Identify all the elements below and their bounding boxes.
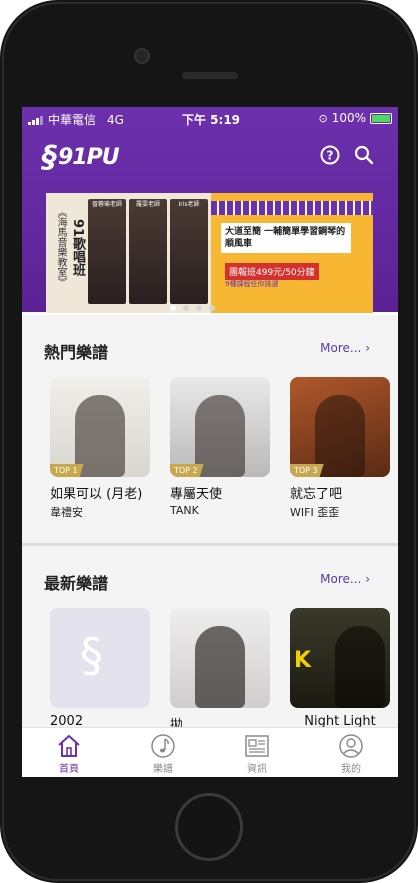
banner-vertical-title: 《海馬音樂教室》 — [55, 207, 66, 287]
banner-right-panel: 大道至簡 一輔簡單學習鋼琴的順風車 團報班499元/50分鐘 9種課程任你挑選 — [211, 193, 373, 313]
artist-name: 韋禮安 — [50, 506, 83, 519]
bottom-tab-bar: 首頁 樂譜 資訊 我的 — [22, 727, 398, 777]
chevron-right-icon: › — [365, 341, 370, 355]
teacher-name: 羅雯老師 — [135, 201, 160, 208]
help-icon[interactable]: ? — [320, 145, 340, 165]
rank-badge: TOP 1 — [50, 464, 84, 477]
rotation-lock-icon: ⊙ — [318, 111, 328, 125]
score-title: 專屬天使 — [170, 487, 223, 502]
home-button[interactable] — [175, 793, 243, 861]
banner-left-panel: 《海馬音樂教室》 91歌唱班 晉蓉瑜老師 羅雯老師 Iris老師 — [46, 193, 211, 313]
artist-name: WIFI 歪歪 — [290, 506, 340, 519]
artist-photo: TOP 2 — [170, 377, 270, 477]
rank-badge: TOP 3 — [290, 464, 324, 477]
artist-photo — [170, 608, 270, 708]
tab-scores[interactable]: 樂譜 — [116, 728, 210, 777]
score-card[interactable]: TOP 3 就忘了吧 WIFI 歪歪 — [290, 377, 390, 520]
network-label: 4G — [107, 112, 124, 127]
score-card[interactable]: K Night Light — [290, 608, 390, 733]
banner-teachers: 晉蓉瑜老師 羅雯老師 Iris老師 — [88, 199, 208, 304]
front-camera — [134, 48, 150, 64]
score-card[interactable]: TOP 1 如果可以 (月老) 韋禮安 — [50, 377, 150, 520]
placeholder-photo: § — [50, 608, 150, 708]
carrier-label: 中華電信 — [48, 113, 97, 127]
carousel-dot[interactable] — [209, 305, 215, 311]
artist-photo: K — [290, 608, 390, 708]
chevron-right-icon: › — [365, 572, 370, 586]
banner-class-label: 91歌唱班 — [70, 219, 85, 277]
teacher-photo: 羅雯老師 — [129, 199, 167, 304]
tab-label: 我的 — [341, 764, 361, 775]
app-screen: 中華電信 4G 下午 5:19 ⊙ 100% § 91PU ? 《海馬音樂教室》… — [22, 107, 398, 777]
earpiece-speaker — [182, 72, 238, 79]
teacher-photo: Iris老師 — [170, 199, 208, 304]
news-icon — [245, 735, 269, 757]
seahorse-placeholder-icon: § — [80, 628, 103, 682]
app-logo[interactable]: § 91PU — [42, 137, 120, 177]
tab-profile[interactable]: 我的 — [304, 728, 398, 777]
tab-news[interactable]: 資訊 — [210, 728, 304, 777]
promo-banner[interactable]: 《海馬音樂教室》 91歌唱班 晉蓉瑜老師 羅雯老師 Iris老師 大道至簡 一輔… — [46, 193, 373, 313]
signal-icon — [28, 115, 43, 125]
tab-label: 樂譜 — [153, 764, 173, 775]
album-art-mark: K — [294, 648, 312, 673]
clock: 下午 5:19 — [182, 113, 241, 127]
carousel-dot[interactable] — [183, 305, 189, 311]
teacher-name: Iris老師 — [178, 201, 200, 208]
battery-percent: 100% — [331, 111, 366, 125]
artist-photo: TOP 3 — [290, 377, 390, 477]
search-icon[interactable] — [354, 145, 374, 165]
banner-subtext: 9種課程任你挑選 — [225, 280, 279, 288]
score-card[interactable]: 拋 — [170, 608, 270, 733]
banner-headline: 大道至簡 一輔簡單學習鋼琴的順風車 — [221, 223, 351, 253]
tab-label: 首頁 — [59, 764, 79, 775]
carousel-dots[interactable] — [170, 305, 215, 311]
artist-name: TANK — [170, 504, 199, 517]
latest-more-link[interactable]: More... › — [320, 572, 370, 586]
logo-text: 91PU — [58, 144, 120, 170]
piano-keys-graphic — [211, 201, 373, 215]
main-content: 熱門樂譜 More... › TOP 1 如果可以 (月老) 韋禮安 TOP 2… — [22, 315, 398, 733]
score-card[interactable]: § 2002 — [50, 608, 150, 733]
more-label: More... — [320, 341, 362, 355]
rank-badge: TOP 2 — [170, 464, 204, 477]
status-bar: 中華電信 4G 下午 5:19 ⊙ 100% — [22, 107, 398, 129]
tab-label: 資訊 — [247, 764, 267, 775]
battery-icon — [370, 112, 392, 124]
svg-text:?: ? — [327, 149, 334, 163]
carousel-dot[interactable] — [196, 305, 202, 311]
latest-scores-section: 最新樂譜 More... › § 2002 拋 K Night Light — [22, 546, 398, 733]
tab-home[interactable]: 首頁 — [22, 728, 116, 777]
hot-more-link[interactable]: More... › — [320, 341, 370, 355]
home-icon — [58, 735, 80, 757]
section-title: 最新樂譜 — [44, 574, 109, 593]
phone-frame: 中華電信 4G 下午 5:19 ⊙ 100% § 91PU ? 《海馬音樂教室》… — [0, 0, 418, 883]
score-card[interactable]: TOP 2 專屬天使 TANK — [170, 377, 270, 520]
carousel-dot[interactable] — [170, 305, 176, 311]
artist-photo: TOP 1 — [50, 377, 150, 477]
score-title: 如果可以 (月老) — [50, 487, 143, 502]
section-title: 熱門樂譜 — [44, 343, 109, 362]
teacher-photo: 晉蓉瑜老師 — [88, 199, 126, 304]
more-label: More... — [320, 572, 362, 586]
profile-icon — [339, 734, 363, 758]
hot-scores-section: 熱門樂譜 More... › TOP 1 如果可以 (月老) 韋禮安 TOP 2… — [22, 315, 398, 543]
music-note-icon — [151, 734, 175, 758]
seahorse-logo-icon: § — [42, 139, 57, 175]
banner-price: 團報班499元/50分鐘 — [225, 263, 319, 280]
score-title: 就忘了吧 — [290, 487, 343, 502]
teacher-name: 晉蓉瑜老師 — [91, 201, 122, 208]
